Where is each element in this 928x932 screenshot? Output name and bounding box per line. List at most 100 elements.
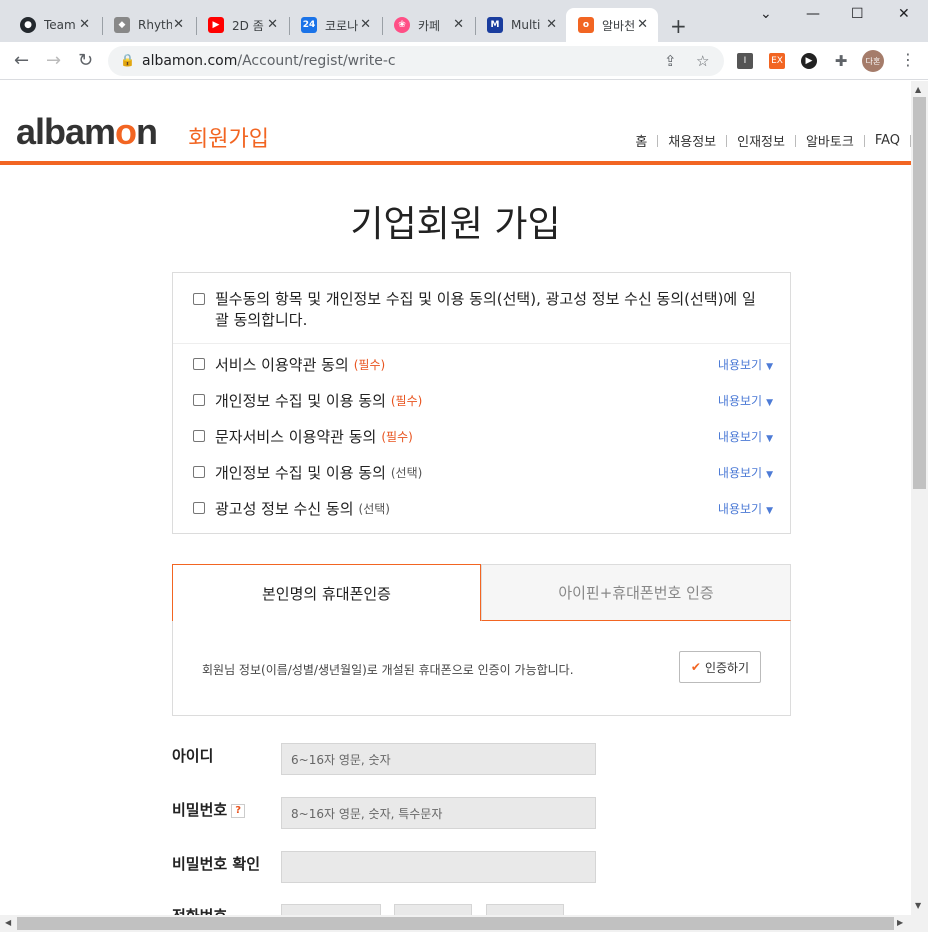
agreement-checkbox[interactable] bbox=[193, 358, 205, 370]
tab-corona[interactable]: 24 코로나 ✕ bbox=[289, 8, 381, 42]
agreement-row: 개인정보 수집 및 이용 동의 (필수) 내용보기 ▼ bbox=[193, 390, 773, 410]
nav-talent[interactable]: 인재정보 bbox=[727, 131, 795, 150]
share-icon[interactable]: ⇪ bbox=[664, 52, 677, 70]
triangle-down-icon: ▼ bbox=[766, 434, 773, 444]
required-tag: (필수) bbox=[390, 393, 423, 408]
triangle-down-icon: ▼ bbox=[766, 470, 773, 480]
maximize-button[interactable]: ☐ bbox=[851, 6, 864, 22]
view-details-link[interactable]: 내용보기 ▼ bbox=[718, 500, 773, 517]
nav-albatalk[interactable]: 알바토크 bbox=[796, 131, 864, 150]
extension-icon[interactable]: I bbox=[737, 53, 753, 69]
agreement-row: 서비스 이용약관 동의 (필수) 내용보기 ▼ bbox=[193, 354, 773, 374]
triangle-down-icon: ▼ bbox=[766, 398, 773, 408]
agree-all-checkbox[interactable] bbox=[193, 293, 205, 305]
url-text: albamon.com/Account/regist/write-c bbox=[142, 53, 396, 69]
close-tab-icon[interactable]: ✕ bbox=[637, 17, 648, 32]
tab-albamon-active[interactable]: o 알바천 ✕ bbox=[566, 8, 658, 42]
verify-button[interactable]: ✔ 인증하기 bbox=[679, 651, 761, 683]
help-icon[interactable]: ? bbox=[231, 803, 246, 818]
tab-youtube[interactable]: ▶ 2D 좀 ✕ bbox=[196, 8, 288, 42]
page-title: 기업회원 가입 bbox=[350, 204, 561, 245]
triangle-down-icon: ▼ bbox=[766, 506, 773, 516]
lock-icon[interactable]: 🔒 bbox=[120, 53, 135, 67]
scroll-right-icon[interactable]: ▶ bbox=[897, 918, 903, 927]
tab-github[interactable]: ● Team ✕ bbox=[8, 8, 100, 42]
extension-icon[interactable]: EX bbox=[769, 53, 785, 69]
profile-avatar[interactable]: 다혼 bbox=[862, 50, 884, 72]
view-details-link[interactable]: 내용보기 ▼ bbox=[718, 464, 773, 481]
nav-home[interactable]: 홈 bbox=[625, 131, 657, 150]
close-tab-icon[interactable]: ✕ bbox=[79, 17, 90, 32]
tab-search-icon[interactable]: ⌄ bbox=[760, 6, 772, 22]
scroll-up-icon[interactable]: ▲ bbox=[915, 85, 921, 94]
extension-icon[interactable]: ▶ bbox=[801, 53, 817, 69]
multi-icon: M bbox=[487, 17, 503, 33]
menu-icon[interactable]: ⋮ bbox=[900, 50, 916, 69]
minimize-button[interactable]: — bbox=[806, 6, 820, 22]
back-icon[interactable]: ← bbox=[14, 50, 29, 71]
browser-tab-strip: ● Team ✕ ◆ Rhyth ✕ ▶ 2D 좀 ✕ 24 코로나 ✕ ❀ 카… bbox=[0, 0, 928, 42]
agreement-checkbox[interactable] bbox=[193, 466, 205, 478]
cafe-icon: ❀ bbox=[394, 17, 410, 33]
agreement-checkbox[interactable] bbox=[193, 394, 205, 406]
required-tag: (필수) bbox=[353, 357, 386, 372]
tab-rhythm[interactable]: ◆ Rhyth ✕ bbox=[102, 8, 194, 42]
24-icon: 24 bbox=[301, 17, 317, 33]
phone-prefix-input[interactable] bbox=[281, 904, 381, 915]
password-confirm-input[interactable] bbox=[281, 851, 596, 883]
agree-all-row[interactable]: 필수동의 항목 및 개인정보 수집 및 이용 동의(선택), 광고성 정보 수신… bbox=[193, 289, 763, 331]
reload-icon[interactable]: ↻ bbox=[78, 50, 93, 71]
albamon-icon: o bbox=[578, 17, 594, 33]
optional-tag: (선택) bbox=[358, 501, 390, 516]
view-details-link[interactable]: 내용보기 ▼ bbox=[718, 356, 773, 373]
agreement-row: 광고성 정보 수신 동의 (선택) 내용보기 ▼ bbox=[193, 498, 773, 518]
tab-multi[interactable]: M Multi ✕ bbox=[475, 8, 567, 42]
new-tab-button[interactable]: + bbox=[670, 14, 687, 38]
agreement-label: 개인정보 수집 및 이용 동의 bbox=[215, 391, 386, 410]
password-input[interactable]: 8~16자 영문, 숫자, 특수문자 bbox=[281, 797, 596, 829]
tab-title: Team bbox=[44, 18, 76, 32]
phone-label: 전화번호 bbox=[172, 905, 227, 915]
agreement-label: 서비스 이용약관 동의 bbox=[215, 355, 349, 374]
scroll-left-icon[interactable]: ◀ bbox=[5, 918, 11, 927]
bookmark-star-icon[interactable]: ☆ bbox=[696, 52, 709, 70]
logo-subtitle: 회원가입 bbox=[188, 127, 269, 152]
site-header: albamon 회원가입 홈 채용정보 인재정보 알바토크 FAQ bbox=[0, 81, 911, 165]
agreement-row: 개인정보 수집 및 이용 동의 (선택) 내용보기 ▼ bbox=[193, 462, 773, 482]
youtube-icon: ▶ bbox=[208, 17, 224, 33]
nav-jobs[interactable]: 채용정보 bbox=[658, 131, 726, 150]
view-details-link[interactable]: 내용보기 ▼ bbox=[718, 428, 773, 445]
tab-cafe[interactable]: ❀ 카페 ✕ bbox=[382, 8, 474, 42]
puzzle-icon[interactable]: ✚ bbox=[833, 52, 849, 70]
vertical-scrollbar[interactable]: ▲ ▼ bbox=[911, 81, 928, 915]
tab-title: 카페 bbox=[418, 18, 441, 33]
horizontal-scrollbar[interactable]: ◀ ▶ bbox=[0, 915, 928, 932]
close-tab-icon[interactable]: ✕ bbox=[360, 17, 371, 32]
agreement-box: 필수동의 항목 및 개인정보 수집 및 이용 동의(선택), 광고성 정보 수신… bbox=[172, 272, 791, 534]
tab-phone-verification[interactable]: 본인명의 휴대폰인증 bbox=[172, 564, 481, 621]
close-tab-icon[interactable]: ✕ bbox=[173, 17, 184, 32]
nav-faq[interactable]: FAQ bbox=[865, 133, 910, 148]
unity-icon: ◆ bbox=[114, 17, 130, 33]
phone-middle-input[interactable] bbox=[394, 904, 472, 915]
agreement-checkbox[interactable] bbox=[193, 430, 205, 442]
close-tab-icon[interactable]: ✕ bbox=[546, 17, 557, 32]
phone-last-input[interactable] bbox=[486, 904, 564, 915]
albamon-logo[interactable]: albamon bbox=[16, 111, 158, 153]
scrollbar-thumb[interactable] bbox=[17, 917, 894, 930]
verification-description: 회원님 정보(이름/성별/생년월일)로 개설된 휴대폰으로 인증이 가능합니다. bbox=[202, 663, 574, 677]
agreement-checkbox[interactable] bbox=[193, 502, 205, 514]
id-input[interactable]: 6~16자 영문, 숫자 bbox=[281, 743, 596, 775]
verification-panel: 회원님 정보(이름/성별/생년월일)로 개설된 휴대폰으로 인증이 가능합니다.… bbox=[172, 621, 791, 716]
agreement-row: 문자서비스 이용약관 동의 (필수) 내용보기 ▼ bbox=[193, 426, 773, 446]
address-bar[interactable]: 🔒 albamon.com/Account/regist/write-c ⇪ ☆ bbox=[108, 46, 724, 76]
view-details-link[interactable]: 내용보기 ▼ bbox=[718, 392, 773, 409]
scrollbar-thumb[interactable] bbox=[913, 97, 926, 489]
close-tab-icon[interactable]: ✕ bbox=[453, 17, 464, 32]
close-window-button[interactable]: ✕ bbox=[898, 6, 910, 22]
forward-icon[interactable]: → bbox=[46, 50, 61, 71]
close-tab-icon[interactable]: ✕ bbox=[267, 17, 278, 32]
triangle-down-icon: ▼ bbox=[766, 362, 773, 372]
tab-ipin-verification[interactable]: 아이핀+휴대폰번호 인증 bbox=[481, 564, 791, 621]
scroll-down-icon[interactable]: ▼ bbox=[915, 901, 921, 910]
